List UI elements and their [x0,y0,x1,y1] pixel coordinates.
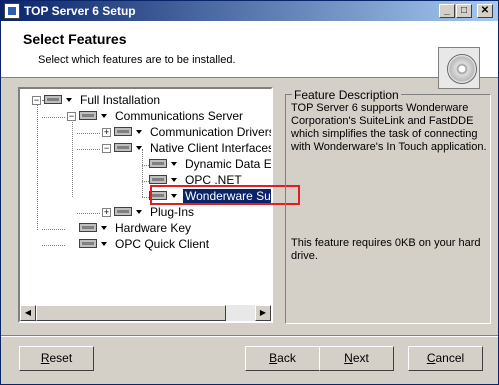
footer-divider [1,335,498,337]
page-title: Select Features [23,31,127,47]
feature-description-legend: Feature Description [292,88,401,102]
tree-item-label: Dynamic Data E [185,157,272,171]
reset-button[interactable]: Reset [19,346,94,371]
maximize-button[interactable]: □ [456,4,472,18]
collapse-toggle[interactable]: − [102,144,111,153]
collapse-toggle[interactable]: − [32,96,41,105]
feature-tree[interactable]: − Full Installation − Communications Ser… [18,87,273,323]
window-title: TOP Server 6 Setup [24,4,136,18]
feature-description-group: Feature Description TOP Server 6 support… [285,88,491,324]
feature-description-text: TOP Server 6 supports Wonderware Corpora… [291,102,487,153]
annotation-highlight-box [150,185,300,205]
collapse-toggle[interactable]: − [67,112,76,121]
drive-dropdown-icon[interactable] [114,206,144,218]
tree-item-label: OPC Quick Client [115,237,210,251]
drive-dropdown-icon[interactable] [79,238,109,250]
setup-window: TOP Server 6 Setup _ □ ✕ Select Features… [0,0,499,385]
tree-item-label: Communication Drivers [150,125,273,139]
feature-space-requirement: This feature requires 0KB on your hard d… [291,237,481,262]
cd-disc-icon [438,47,480,89]
tree-item-label: Plug-Ins [150,205,195,219]
drive-dropdown-icon[interactable] [79,222,109,234]
drive-dropdown-icon[interactable] [114,142,144,154]
scroll-thumb[interactable] [36,305,226,321]
expand-toggle[interactable]: + [102,128,111,137]
scroll-right-arrow-icon[interactable]: ▶ [255,305,271,321]
horizontal-scrollbar[interactable]: ◀ ▶ [20,305,271,321]
setup-app-icon [4,3,20,19]
back-button[interactable]: Back [245,346,320,371]
minimize-button[interactable]: _ [439,4,455,18]
tree-item-label: Communications Server [115,109,244,123]
close-button[interactable]: ✕ [477,4,493,18]
scroll-left-arrow-icon[interactable]: ◀ [20,305,36,321]
wizard-header: Select Features Select which features ar… [1,21,498,89]
expand-toggle[interactable]: + [102,208,111,217]
tree-item-label: Full Installation [80,93,161,107]
tree-item-label: Hardware Key [115,221,192,235]
page-subtitle: Select which features are to be installe… [38,54,236,66]
drive-dropdown-icon[interactable] [44,94,74,106]
drive-dropdown-icon[interactable] [79,110,109,122]
cancel-button[interactable]: Cancel [408,346,483,371]
drive-dropdown-icon[interactable] [114,126,144,138]
tree-item-label: Native Client Interfaces [150,141,273,155]
next-button[interactable]: Next [319,346,394,371]
title-bar[interactable]: TOP Server 6 Setup _ □ ✕ [1,1,498,21]
drive-dropdown-icon[interactable] [149,158,179,170]
